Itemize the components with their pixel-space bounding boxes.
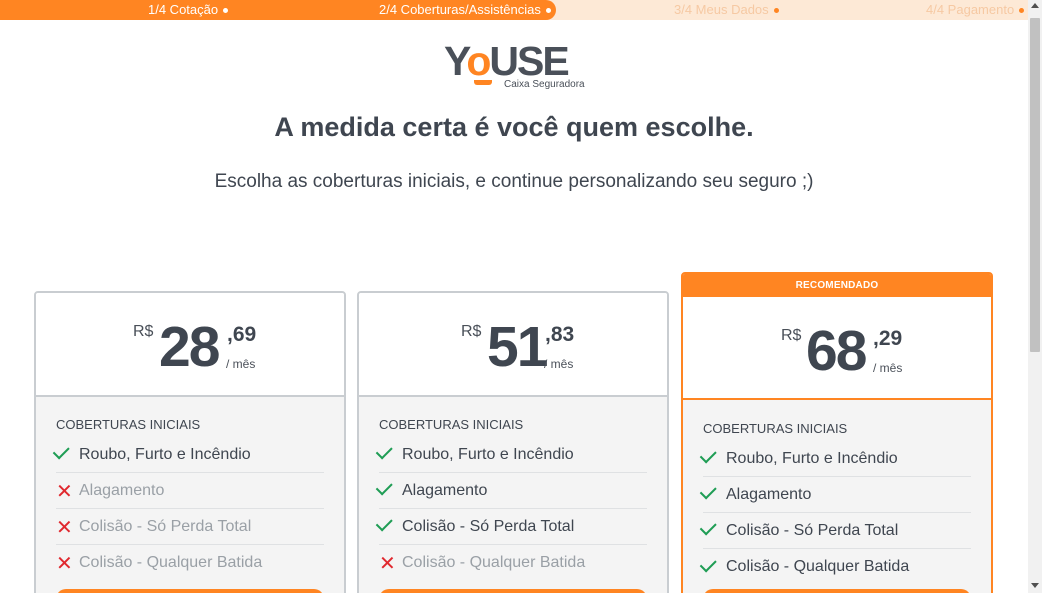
coverage-item: Alagamento xyxy=(375,473,647,509)
coverage-item: Colisão - Só Perda Total xyxy=(375,509,647,545)
step-dot-icon xyxy=(223,8,229,14)
scroll-thumb[interactable] xyxy=(1030,18,1040,352)
cross-icon: ✕ xyxy=(379,551,396,575)
price-amount: 68 xyxy=(806,319,867,383)
coverage-title: COBERTURAS INICIAIS xyxy=(703,421,848,436)
check-icon xyxy=(52,442,79,462)
coverage-label: Colisão - Só Perda Total xyxy=(726,521,899,539)
coverage-item: ✕ Colisão - Só Perda Total xyxy=(56,509,324,545)
coverage-label: Colisão - Só Perda Total xyxy=(402,517,575,535)
coverage-label: Alagamento xyxy=(726,485,812,503)
step-meus-dados: 3/4 Meus Dados xyxy=(674,0,779,20)
check-icon xyxy=(699,446,726,466)
youse-logo[interactable]: YoUSE Caixa Seguradora xyxy=(444,38,585,92)
check-icon xyxy=(375,442,402,462)
logo-letters: USE xyxy=(489,38,569,84)
price-cents: ,83 xyxy=(545,323,575,346)
step-dot-icon xyxy=(545,8,551,14)
check-icon xyxy=(375,514,402,534)
coverage-item: Colisão - Qualquer Batida xyxy=(699,549,971,585)
step-coberturas[interactable]: 2/4 Coberturas/Assistências xyxy=(379,0,551,20)
coverage-label: Roubo, Furto e Incêndio xyxy=(726,449,898,467)
coverage-list: Roubo, Furto e Incêndio Alagamento Colis… xyxy=(375,437,647,581)
coverage-label: Colisão - Só Perda Total xyxy=(79,517,252,535)
plan-card-recommended[interactable]: RECOMENDADO R$ 68 ,29 / mês COBERTURAS I… xyxy=(681,272,993,593)
price-period: / mês xyxy=(544,357,574,371)
coverage-item: ✕ Colisão - Qualquer Batida xyxy=(56,545,324,581)
logo-wordmark: YoUSE xyxy=(444,38,570,85)
step-label: 4/4 Pagamento xyxy=(926,2,1015,17)
page-scrollbar[interactable] xyxy=(1028,0,1042,593)
price-currency: R$ xyxy=(133,323,154,340)
coverage-list: Roubo, Furto e Incêndio ✕ Alagamento ✕ Col… xyxy=(52,437,324,581)
select-plan-button[interactable] xyxy=(703,589,971,593)
check-icon xyxy=(699,482,726,502)
step-cotacao[interactable]: 1/4 Cotação xyxy=(148,0,229,20)
step-pagamento: 4/4 Pagamento xyxy=(926,0,1025,20)
coverage-item: Roubo, Furto e Incêndio xyxy=(699,441,971,477)
coverage-item: Roubo, Furto e Incêndio xyxy=(52,437,324,473)
plan-card-intermediate[interactable]: R$ 51 ,83 / mês COBERTURAS INICIAIS Roub… xyxy=(357,291,669,593)
select-plan-button[interactable] xyxy=(56,589,324,593)
coverage-item: Roubo, Furto e Incêndio xyxy=(375,437,647,473)
step-label: 3/4 Meus Dados xyxy=(674,2,769,17)
price-currency: R$ xyxy=(781,327,802,344)
scroll-down-arrow-icon[interactable] xyxy=(1031,583,1039,588)
check-icon xyxy=(699,554,726,575)
coverage-item: Colisão - Só Perda Total xyxy=(699,513,971,549)
step-label: 1/4 Cotação xyxy=(148,2,219,17)
coverage-label: Colisão - Qualquer Batida xyxy=(726,558,910,575)
recommended-badge: RECOMENDADO xyxy=(683,274,991,296)
price-amount: 51 xyxy=(487,315,548,379)
check-icon xyxy=(375,478,402,498)
price-period: / mês xyxy=(226,357,256,371)
price-box: R$ 68 ,29 / mês xyxy=(683,296,991,400)
logo-subtitle: Caixa Seguradora xyxy=(504,79,585,90)
price-period: / mês xyxy=(873,361,903,375)
coverage-list: Roubo, Furto e Incêndio Alagamento Colis… xyxy=(699,441,971,585)
cross-icon: ✕ xyxy=(56,478,73,503)
scroll-up-arrow-icon[interactable] xyxy=(1031,3,1039,8)
coverage-label: Alagamento xyxy=(79,481,165,499)
coverage-item: Alagamento xyxy=(699,477,971,513)
coverage-title: COBERTURAS INICIAIS xyxy=(379,417,524,432)
page-subtitle: Escolha as coberturas iniciais, e contin… xyxy=(214,171,814,192)
plan-card-basic[interactable]: R$ 28 ,69 / mês COBERTURAS INICIAIS Roub… xyxy=(34,291,346,593)
cross-icon: ✕ xyxy=(56,514,73,539)
page-title: A medida certa é você quem escolhe. xyxy=(274,112,754,142)
logo-letter-o: o xyxy=(466,38,491,84)
coverage-item: ✕ Colisão - Qualquer Batida xyxy=(379,545,647,581)
coverage-title: COBERTURAS INICIAIS xyxy=(56,417,201,432)
price-box: R$ 28 ,69 / mês xyxy=(36,293,344,397)
price-cents: ,29 xyxy=(873,327,903,350)
coverage-label: Roubo, Furto e Incêndio xyxy=(402,445,574,463)
price-cents: ,69 xyxy=(227,323,257,346)
logo-letters: Y xyxy=(444,38,468,84)
logo-smile-icon xyxy=(474,80,492,85)
step-label: 2/4 Coberturas/Assistências xyxy=(379,2,541,17)
coverage-label: Colisão - Qualquer Batida xyxy=(402,554,586,571)
cross-icon: ✕ xyxy=(56,551,73,575)
price-currency: R$ xyxy=(461,323,482,340)
select-plan-button[interactable] xyxy=(379,589,647,593)
price-amount: 28 xyxy=(159,315,220,379)
price-box: R$ 51 ,83 / mês xyxy=(359,293,667,397)
step-dot-icon xyxy=(1019,8,1025,14)
coverage-label: Roubo, Furto e Incêndio xyxy=(79,445,251,463)
coverage-label: Alagamento xyxy=(402,481,488,499)
check-icon xyxy=(699,518,726,538)
coverage-label: Colisão - Qualquer Batida xyxy=(79,554,263,571)
coverage-item: ✕ Alagamento xyxy=(56,473,324,509)
step-dot-icon xyxy=(773,8,779,14)
checkout-progress-bar: 1/4 Cotação 2/4 Coberturas/Assistências … xyxy=(0,0,1028,20)
